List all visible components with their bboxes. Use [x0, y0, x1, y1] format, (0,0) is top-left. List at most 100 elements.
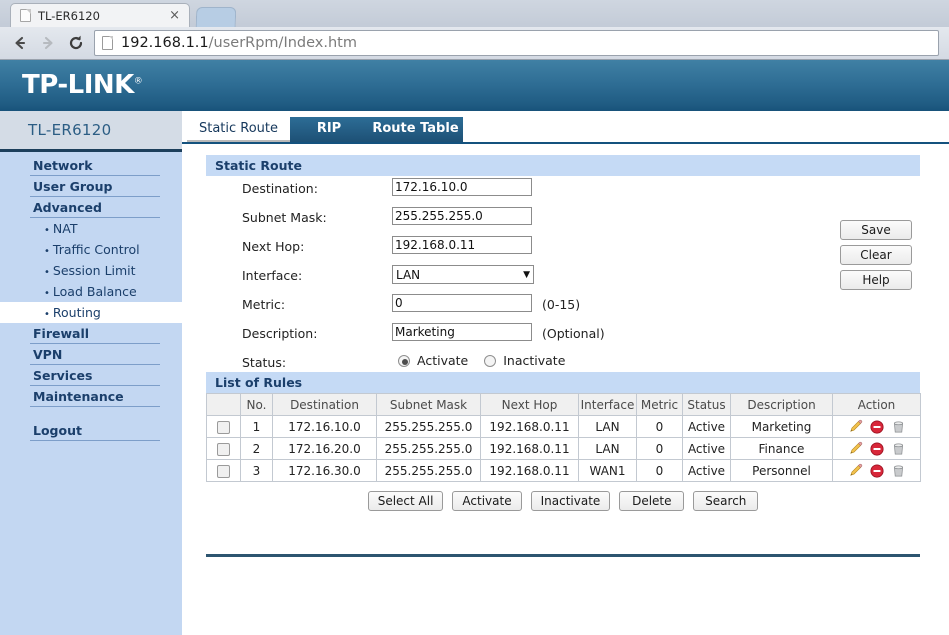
- row-checkbox[interactable]: [217, 465, 230, 478]
- action-icon-group: [833, 441, 920, 456]
- column-header-next-hop: Next Hop: [481, 394, 579, 416]
- form-row-interface: Interface: LAN▼: [206, 263, 920, 292]
- row-checkbox[interactable]: [217, 443, 230, 456]
- rules-action-buttons: Select All Activate Inactivate Delete Search: [206, 491, 920, 511]
- disable-icon[interactable]: [870, 442, 884, 456]
- metric-input[interactable]: [392, 294, 532, 312]
- sidebar-item-label: •Traffic Control: [0, 239, 182, 262]
- sidebar-item-firewall[interactable]: Firewall: [0, 323, 182, 344]
- cell-interface: LAN: [579, 416, 637, 438]
- cell-interface: WAN1: [579, 460, 637, 482]
- radio-inactivate[interactable]: [484, 355, 496, 367]
- sidebar-item-routing[interactable]: •Routing: [0, 302, 182, 323]
- bullet-icon: •: [44, 288, 50, 299]
- browser-toolbar: 192.168.1.1/userRpm/Index.htm: [0, 27, 949, 60]
- static-route-panel: Static Route Destination:Subnet Mask:Nex…: [206, 155, 920, 511]
- browser-chrome: TL-ER6120 × 192.168.1.1/userRpm/Index.ht…: [0, 0, 949, 60]
- bullet-icon: •: [44, 246, 50, 257]
- select-all-button[interactable]: Select All: [368, 491, 444, 511]
- radio-label-activate: Activate: [417, 353, 468, 368]
- form-row-destination: Destination:: [206, 176, 920, 205]
- form-action-buttons: Save Clear Help: [840, 220, 920, 295]
- help-button[interactable]: Help: [840, 270, 912, 290]
- disable-icon[interactable]: [870, 464, 884, 478]
- status-radio-group[interactable]: Activate Inactivate: [398, 353, 581, 368]
- sidebar-item-label: Services: [0, 365, 182, 386]
- row-checkbox[interactable]: [217, 421, 230, 434]
- row-checkbox-cell: [207, 438, 241, 460]
- address-bar[interactable]: 192.168.1.1/userRpm/Index.htm: [94, 30, 939, 56]
- form-row-metric: Metric: (0-15): [206, 292, 920, 321]
- back-arrow-icon[interactable]: [6, 29, 34, 57]
- reload-icon[interactable]: [62, 29, 90, 57]
- new-tab-button[interactable]: [196, 7, 237, 27]
- sidebar-item-network[interactable]: Network: [0, 155, 182, 176]
- table-row: 2172.16.20.0255.255.255.0192.168.0.11LAN…: [207, 438, 921, 460]
- field-label: Metric:: [242, 297, 285, 312]
- table-row: 3172.16.30.0255.255.255.0192.168.0.11WAN…: [207, 460, 921, 482]
- sidebar-item-load-balance[interactable]: •Load Balance: [0, 281, 182, 302]
- edit-pencil-icon[interactable]: [848, 441, 863, 456]
- sidebar: TL-ER6120 NetworkUser GroupAdvanced•NAT•…: [0, 111, 182, 635]
- page-favicon-icon: [20, 9, 31, 22]
- radio-label-inactivate: Inactivate: [503, 353, 565, 368]
- field-label: Interface:: [242, 268, 302, 283]
- interface-select[interactable]: LAN▼: [392, 265, 534, 284]
- close-icon[interactable]: ×: [166, 9, 183, 22]
- cell-status: Active: [683, 438, 731, 460]
- cell-subnet-mask: 255.255.255.0: [377, 438, 481, 460]
- cell-interface: LAN: [579, 438, 637, 460]
- static-route-form: Destination:Subnet Mask:Next Hop:Interfa…: [206, 176, 920, 372]
- rules-table-header-row: No.DestinationSubnet MaskNext HopInterfa…: [207, 394, 921, 416]
- edit-pencil-icon[interactable]: [848, 419, 863, 434]
- sidebar-item-logout[interactable]: Logout: [0, 420, 182, 441]
- bullet-icon: •: [44, 225, 50, 236]
- form-row-next-hop: Next Hop:: [206, 234, 920, 263]
- tab-static-route[interactable]: Static Route: [187, 117, 290, 142]
- sidebar-item-services[interactable]: Services: [0, 365, 182, 386]
- column-header-checkbox: [207, 394, 241, 416]
- sidebar-item-maintenance[interactable]: Maintenance: [0, 386, 182, 407]
- action-icon-group: [833, 463, 920, 478]
- radio-activate[interactable]: [398, 355, 410, 367]
- inactivate-button[interactable]: Inactivate: [531, 491, 611, 511]
- tab-route-table[interactable]: Route Table: [368, 117, 463, 142]
- disable-icon[interactable]: [870, 420, 884, 434]
- description-input[interactable]: [392, 323, 532, 341]
- clear-button[interactable]: Clear: [840, 245, 912, 265]
- sidebar-item-traffic-control[interactable]: •Traffic Control: [0, 239, 182, 260]
- sidebar-item-user-group[interactable]: User Group: [0, 176, 182, 197]
- edit-pencil-icon[interactable]: [848, 463, 863, 478]
- sidebar-item-session-limit[interactable]: •Session Limit: [0, 260, 182, 281]
- column-header-action: Action: [833, 394, 921, 416]
- delete-trash-icon[interactable]: [891, 441, 906, 456]
- sidebar-item-advanced[interactable]: Advanced: [0, 197, 182, 218]
- cell-next-hop: 192.168.0.11: [481, 416, 579, 438]
- activate-button[interactable]: Activate: [452, 491, 521, 511]
- save-button[interactable]: Save: [840, 220, 912, 240]
- sidebar-item-label: Maintenance: [0, 386, 182, 407]
- cell-destination: 172.16.30.0: [273, 460, 377, 482]
- cell-destination: 172.16.10.0: [273, 416, 377, 438]
- cell-status: Active: [683, 460, 731, 482]
- delete-trash-icon[interactable]: [891, 463, 906, 478]
- sidebar-item-label: •NAT: [0, 218, 182, 241]
- delete-trash-icon[interactable]: [891, 419, 906, 434]
- cell-action: [833, 460, 921, 482]
- browser-tab[interactable]: TL-ER6120 ×: [10, 3, 190, 27]
- cell-description: Personnel: [731, 460, 833, 482]
- main-content: Static RouteRIPRoute Table Static Route …: [182, 111, 949, 635]
- tab-rip[interactable]: RIP: [290, 117, 368, 142]
- sidebar-item-vpn[interactable]: VPN: [0, 344, 182, 365]
- destination-input[interactable]: [392, 178, 532, 196]
- cell-no: 1: [241, 416, 273, 438]
- sidebar-item-nat[interactable]: •NAT: [0, 218, 182, 239]
- next-hop-input[interactable]: [392, 236, 532, 254]
- cell-action: [833, 416, 921, 438]
- search-button[interactable]: Search: [693, 491, 758, 511]
- sidebar-item-label: •Routing: [0, 302, 182, 325]
- sidebar-item-label: VPN: [0, 344, 182, 365]
- subnet-mask-input[interactable]: [392, 207, 532, 225]
- field-hint: (0-15): [542, 297, 580, 312]
- delete-button[interactable]: Delete: [619, 491, 684, 511]
